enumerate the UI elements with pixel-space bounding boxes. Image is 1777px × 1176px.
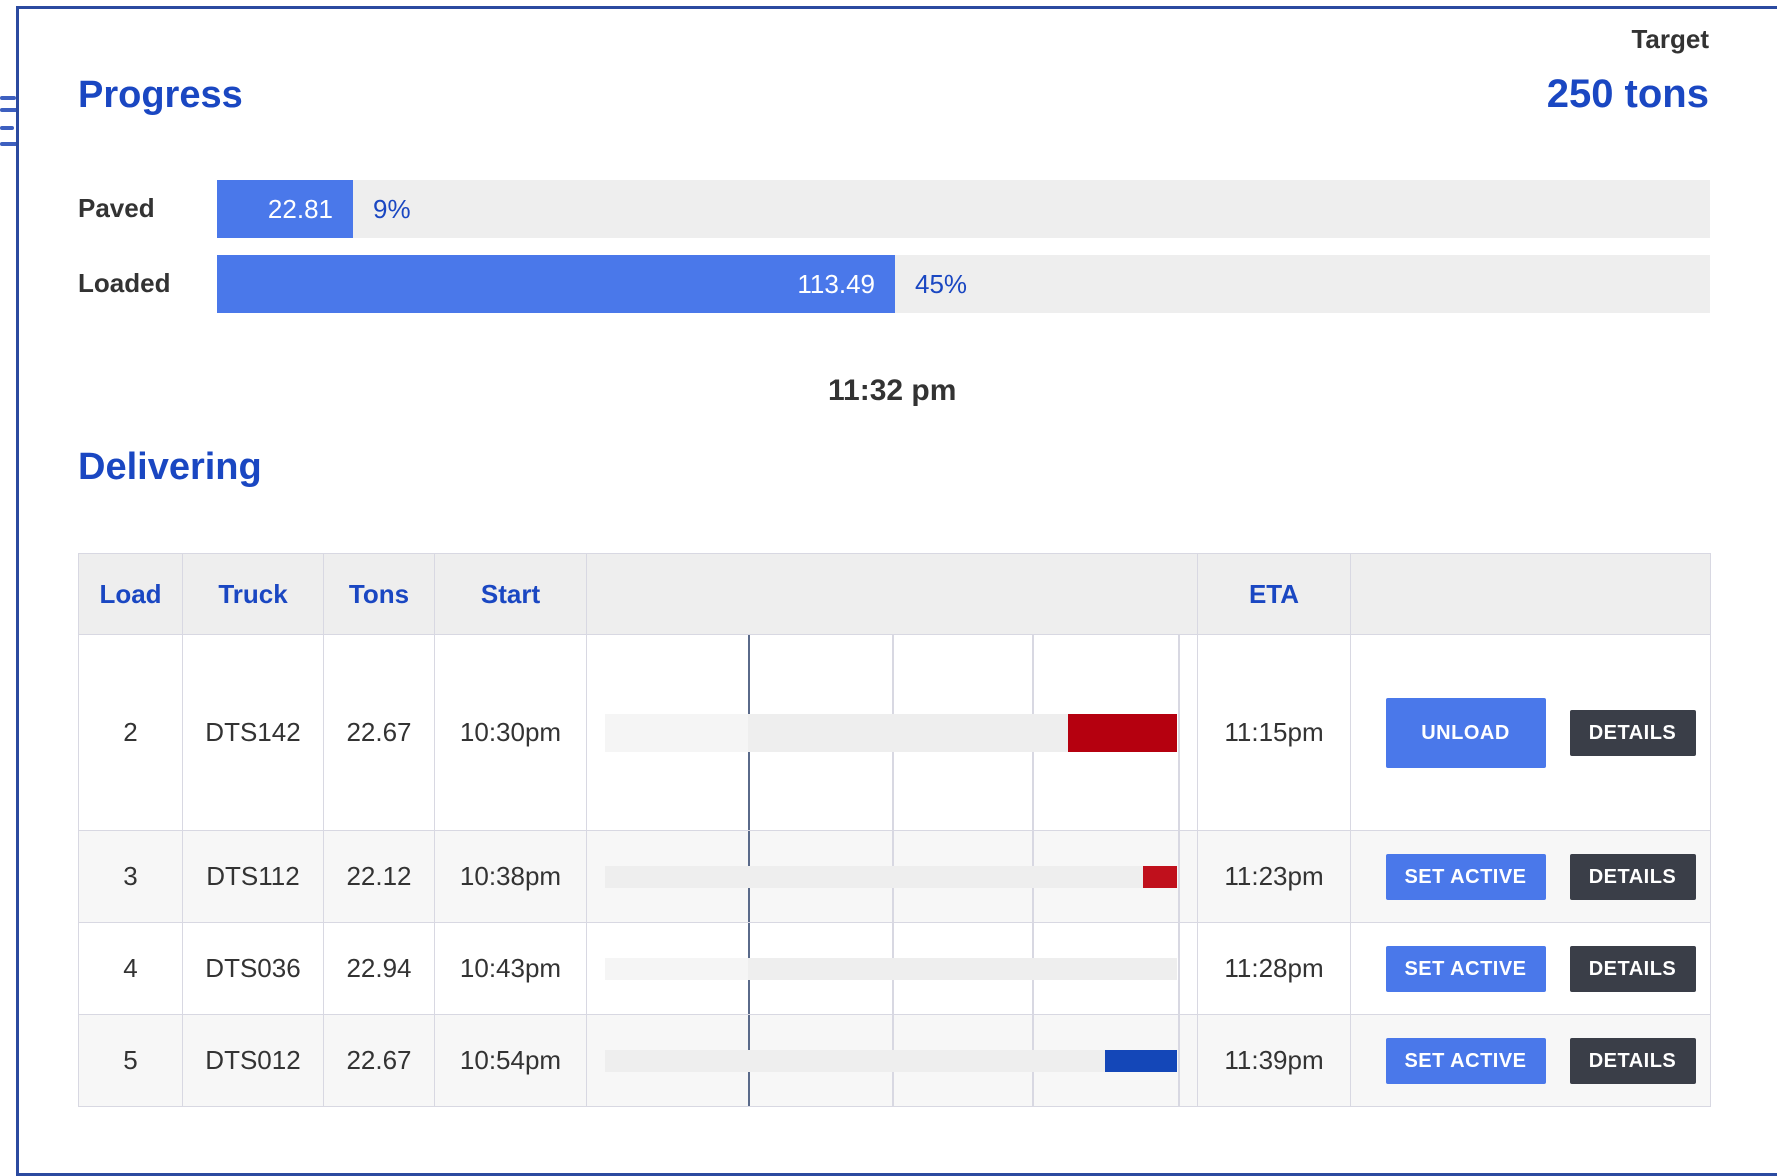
actions-cell: SET ACTIVE DETAILS bbox=[1350, 922, 1711, 1015]
paved-value: 22.81 bbox=[267, 194, 333, 224]
set-active-button[interactable]: SET ACTIVE bbox=[1385, 945, 1546, 992]
tons-cell: 22.67 bbox=[323, 634, 435, 831]
details-button[interactable]: DETAILS bbox=[1569, 853, 1696, 900]
unload-button[interactable]: UNLOAD bbox=[1385, 697, 1546, 768]
target-value: 250 tons bbox=[1546, 72, 1709, 116]
paved-percent: 9% bbox=[373, 194, 411, 224]
delivery-timeline bbox=[605, 635, 1180, 830]
loaded-value: 113.49 bbox=[797, 269, 875, 299]
timeline-gridline bbox=[1178, 1015, 1180, 1106]
actions-cell: SET ACTIVE DETAILS bbox=[1350, 830, 1711, 923]
start-cell: 10:38pm bbox=[434, 830, 587, 923]
timeline-gridline bbox=[1178, 923, 1180, 1014]
loaded-label: Loaded bbox=[78, 268, 171, 298]
table-row: 5 DTS012 22.67 10:54pm 11:39pm SET ACTIV… bbox=[78, 1014, 1711, 1107]
delivery-timeline bbox=[605, 923, 1180, 1014]
table-row: 4 DTS036 22.94 10:43pm 11:28pm SET ACTIV… bbox=[78, 922, 1711, 1015]
timeline-cell bbox=[586, 922, 1198, 1015]
column-header-start[interactable]: Start bbox=[434, 553, 587, 635]
start-cell: 10:54pm bbox=[434, 1014, 587, 1107]
truck-cell: DTS036 bbox=[182, 922, 324, 1015]
timeline-prefill bbox=[605, 713, 748, 752]
truck-cell: DTS012 bbox=[182, 1014, 324, 1107]
load-cell: 2 bbox=[78, 634, 183, 831]
column-header-load[interactable]: Load bbox=[78, 553, 183, 635]
paved-progress-bar: 22.81 9% bbox=[217, 180, 1710, 238]
timeline-cell bbox=[586, 830, 1198, 923]
column-header-actions bbox=[1350, 553, 1711, 635]
table-header-row: Load Truck Tons Start ETA bbox=[78, 553, 1711, 635]
loaded-percent: 45% bbox=[915, 269, 968, 299]
timeline-progress-bar bbox=[1068, 713, 1177, 752]
eta-cell: 11:28pm bbox=[1197, 922, 1351, 1015]
timeline-track bbox=[605, 865, 1177, 888]
current-time: 11:32 pm bbox=[828, 374, 957, 407]
timeline-track bbox=[605, 957, 1177, 980]
timeline-track bbox=[605, 1049, 1177, 1072]
actions-cell: UNLOAD DETAILS bbox=[1350, 634, 1711, 831]
deliveries-table: Load Truck Tons Start ETA 2 DTS142 22.67… bbox=[78, 553, 1711, 1107]
timeline-prefill bbox=[605, 957, 748, 980]
eta-cell: 11:15pm bbox=[1197, 634, 1351, 831]
start-cell: 10:43pm bbox=[434, 922, 587, 1015]
actions-cell: SET ACTIVE DETAILS bbox=[1350, 1014, 1711, 1107]
tons-cell: 22.67 bbox=[323, 1014, 435, 1107]
column-header-tons[interactable]: Tons bbox=[323, 553, 435, 635]
column-header-timeline bbox=[586, 553, 1198, 635]
table-row: 2 DTS142 22.67 10:30pm 11:15pm UNLOAD DET… bbox=[78, 634, 1711, 831]
set-active-button[interactable]: SET ACTIVE bbox=[1385, 1037, 1546, 1084]
progress-title: Progress bbox=[78, 74, 243, 116]
timeline-progress-bar bbox=[1143, 865, 1177, 888]
eta-cell: 11:23pm bbox=[1197, 830, 1351, 923]
set-active-button[interactable]: SET ACTIVE bbox=[1385, 853, 1546, 900]
loaded-progress-bar: 113.49 45% bbox=[217, 255, 1710, 313]
delivering-title: Delivering bbox=[78, 446, 262, 488]
eta-cell: 11:39pm bbox=[1197, 1014, 1351, 1107]
target-label: Target bbox=[1631, 24, 1709, 54]
tons-cell: 22.12 bbox=[323, 830, 435, 923]
column-header-eta[interactable]: ETA bbox=[1197, 553, 1351, 635]
load-cell: 4 bbox=[78, 922, 183, 1015]
timeline-cell bbox=[586, 1014, 1198, 1107]
timeline-gridline bbox=[1178, 635, 1180, 830]
details-button[interactable]: DETAILS bbox=[1569, 709, 1696, 756]
timeline-cell bbox=[586, 634, 1198, 831]
timeline-track bbox=[605, 713, 1177, 752]
truck-cell: DTS112 bbox=[182, 830, 324, 923]
table-row: 3 DTS112 22.12 10:38pm 11:23pm SET ACTIV… bbox=[78, 830, 1711, 923]
column-header-truck[interactable]: Truck bbox=[182, 553, 324, 635]
load-cell: 3 bbox=[78, 830, 183, 923]
load-cell: 5 bbox=[78, 1014, 183, 1107]
start-cell: 10:30pm bbox=[434, 634, 587, 831]
truck-cell: DTS142 bbox=[182, 634, 324, 831]
details-button[interactable]: DETAILS bbox=[1569, 945, 1696, 992]
delivery-timeline bbox=[605, 831, 1180, 922]
paved-label: Paved bbox=[78, 193, 155, 223]
timeline-progress-bar bbox=[1105, 1049, 1177, 1072]
timeline-gridline bbox=[1178, 831, 1180, 922]
tons-cell: 22.94 bbox=[323, 922, 435, 1015]
details-button[interactable]: DETAILS bbox=[1569, 1037, 1696, 1084]
delivery-timeline bbox=[605, 1015, 1180, 1106]
